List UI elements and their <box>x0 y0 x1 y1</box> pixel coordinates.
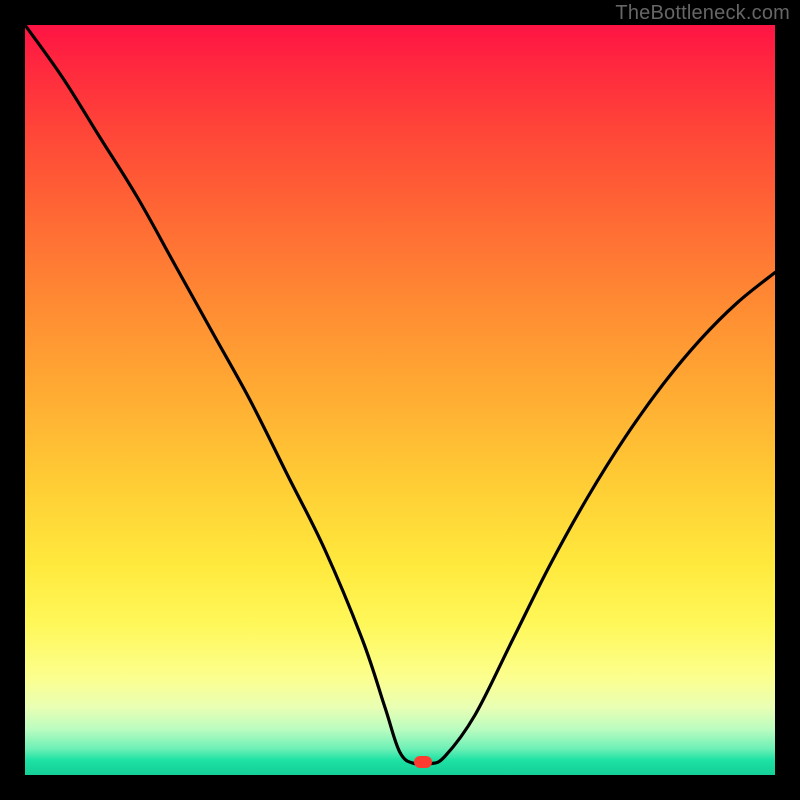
curve-path <box>25 25 775 765</box>
plot-area <box>25 25 775 775</box>
bottleneck-curve <box>25 25 775 775</box>
watermark-text: TheBottleneck.com <box>615 2 790 25</box>
figure-frame: TheBottleneck.com <box>0 0 800 800</box>
optimum-marker <box>414 756 432 768</box>
